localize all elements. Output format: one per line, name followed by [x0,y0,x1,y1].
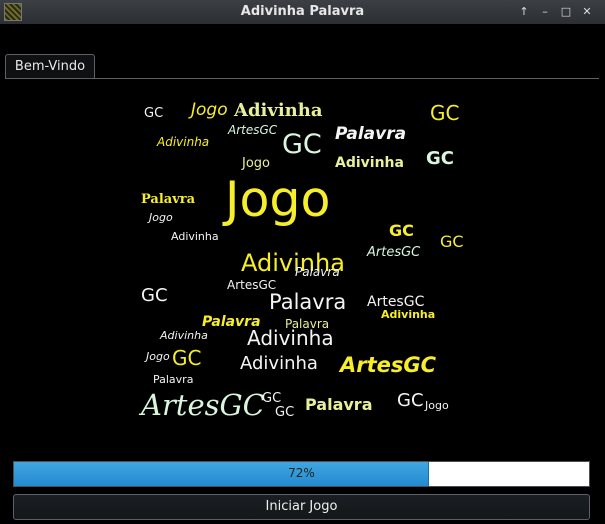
word-cloud-word: GC [282,129,322,160]
progress-label: 72% [288,466,315,480]
pin-icon[interactable]: ↑ [516,4,532,20]
word-cloud-word: ArtesGC [227,278,277,292]
maximize-button[interactable]: □ [558,4,574,20]
word-cloud-word: GC [275,405,295,420]
word-cloud-word: Jogo [225,171,331,228]
word-cloud-word: GC [440,232,464,251]
tab-bem-vindo[interactable]: Bem-Vindo [5,54,95,79]
word-cloud-word: Palavra [335,124,407,144]
word-cloud-word: GC [141,285,168,306]
word-cloud-word: Adivinha [381,308,436,321]
word-cloud-word: ArtesGC [367,294,425,310]
word-cloud-word: ArtesGC [141,388,265,422]
word-cloud-word: Palavra [153,373,194,386]
word-cloud-word: GC [172,346,202,370]
start-game-button[interactable]: Iniciar Jogo [13,494,590,520]
title-bar: Adivinha Palavra ↑ – □ ✕ [0,0,605,25]
progress-bar: 72% [13,461,590,487]
word-cloud-word: Adivinha [240,353,318,374]
word-cloud-word: Jogo [149,211,173,224]
word-cloud-word: Adivinha [160,329,208,342]
word-cloud-word: GC [262,391,282,406]
window-title: Adivinha Palavra [240,4,365,19]
word-cloud-word: Palavra [305,395,373,414]
word-cloud-word: Adivinha [234,100,323,121]
close-button[interactable]: ✕ [579,4,595,20]
word-cloud-word: Palavra [269,290,347,314]
word-cloud-word: ArtesGC [228,123,278,137]
word-cloud-word: GC [430,101,460,125]
minimize-button[interactable]: – [537,4,553,20]
word-cloud-image: Jogo Adivinha Palavra Adivinha Adivinha … [137,93,470,433]
word-cloud-word: Jogo [191,100,228,120]
word-cloud-word: Palavra [295,265,340,279]
word-cloud-word: Palavra [285,317,330,331]
word-cloud-word: Jogo [425,399,449,412]
word-cloud-word: GC [389,221,414,240]
word-cloud-word: GC [397,390,424,411]
word-cloud-word: Jogo [146,350,170,363]
word-cloud-word: Jogo [242,156,270,171]
word-cloud-word: GC [426,148,454,169]
word-cloud-word: ArtesGC [340,353,437,377]
word-cloud-word: Adivinha [335,155,404,171]
word-cloud-word: Adivinha [247,326,334,350]
word-cloud-word: Adivinha [171,230,219,243]
word-cloud-word: ArtesGC [367,245,421,260]
word-cloud-word: Adivinha [157,135,210,149]
word-cloud-word: GC [144,106,164,121]
word-cloud-word: Palavra [141,192,196,207]
word-cloud-word: Palavra [202,314,261,330]
